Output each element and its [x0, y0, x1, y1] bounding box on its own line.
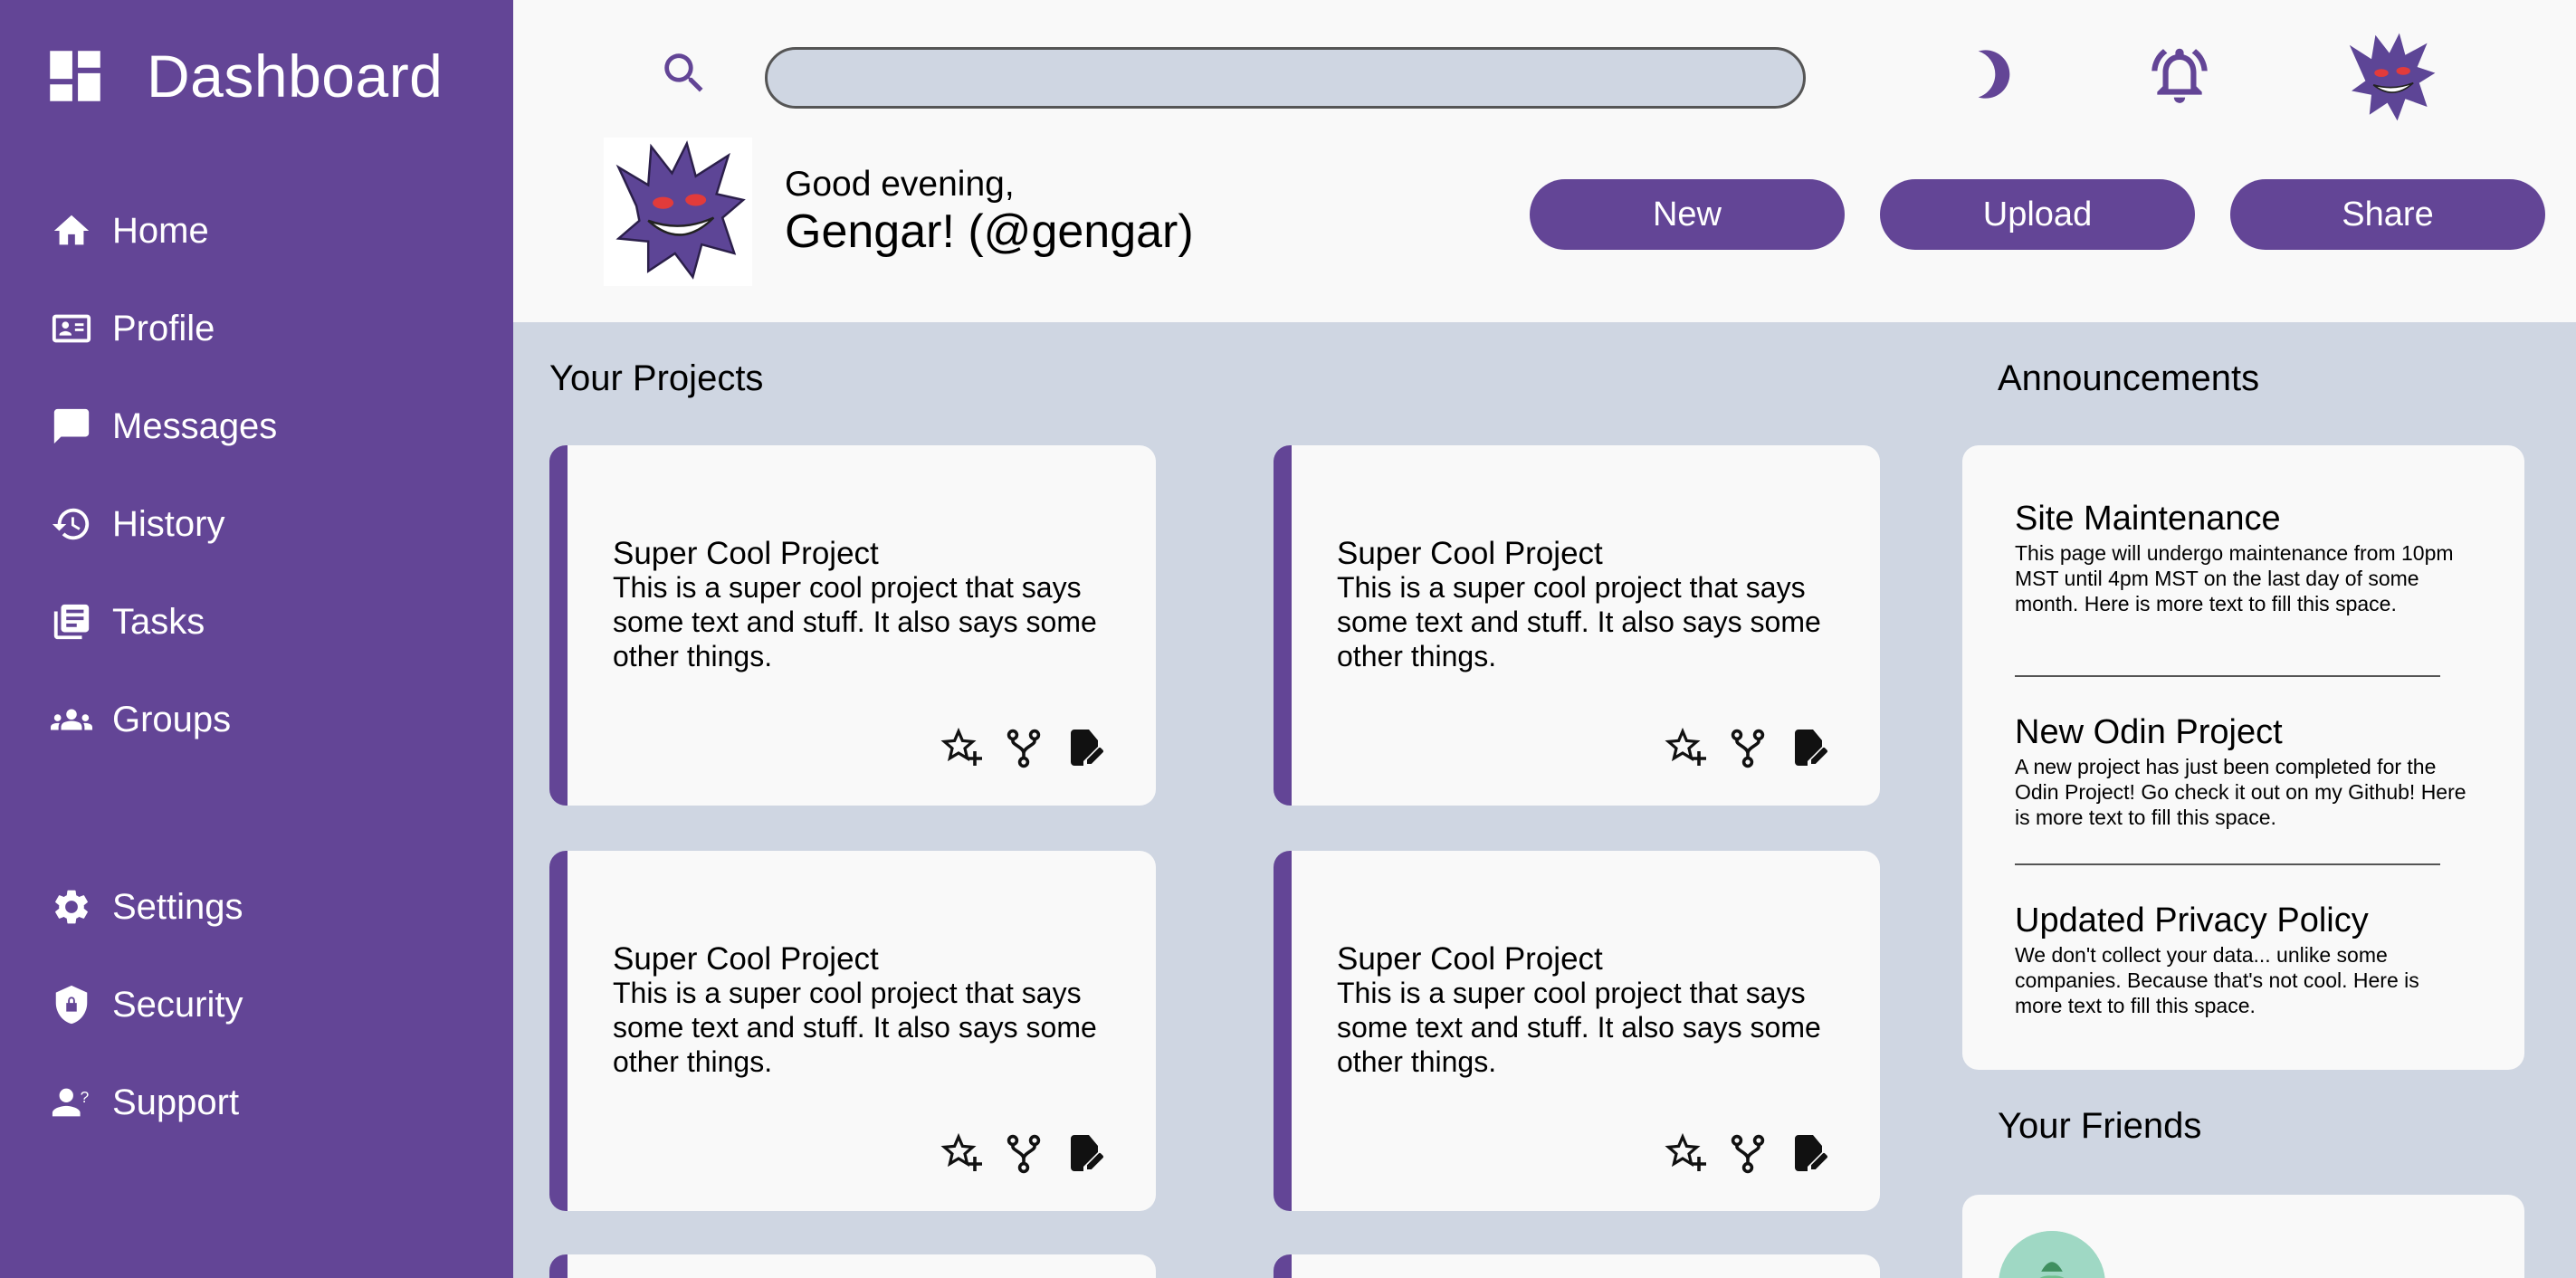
sidebar-item-home[interactable]: Home: [0, 182, 513, 280]
star-add-icon[interactable]: [1665, 726, 1708, 769]
tasks-icon: [53, 604, 90, 640]
avatar[interactable]: [2342, 27, 2441, 127]
upload-button[interactable]: Upload: [1880, 179, 2195, 250]
fork-icon[interactable]: [1002, 1131, 1045, 1175]
fork-icon[interactable]: [1726, 1131, 1770, 1175]
app-title: Dashboard: [147, 43, 444, 110]
project-description: This is a super cool project that says s…: [1337, 571, 1821, 672]
project-card[interactable]: Super Cool Project This is a super cool …: [549, 851, 1156, 1211]
groups-icon: [51, 709, 92, 730]
sidebar-item-tasks[interactable]: Tasks: [0, 573, 513, 671]
projects-heading: Your Projects: [549, 358, 764, 398]
sidebar-item-profile[interactable]: Profile: [0, 280, 513, 377]
project-actions: [1665, 1131, 1849, 1175]
svg-text:?: ?: [81, 1088, 90, 1106]
sidebar-item-label: Tasks: [112, 601, 205, 642]
fork-icon[interactable]: [1726, 726, 1770, 769]
bell-icon[interactable]: [2146, 42, 2213, 109]
project-card[interactable]: Super Cool Project This is a super cool …: [1274, 445, 1880, 806]
announcement-title: New Odin Project: [2015, 713, 2283, 751]
sidebar-item-label: Security: [112, 984, 243, 1025]
gear-icon: [55, 890, 88, 924]
announcement-title: Updated Privacy Policy: [2015, 901, 2369, 939]
moon-icon[interactable]: [1961, 45, 2019, 103]
announcements-panel: Site Maintenance This page will undergo …: [1962, 445, 2524, 1070]
friends-heading: Your Friends: [1998, 1106, 2202, 1146]
edit-file-icon[interactable]: [1064, 726, 1107, 769]
project-actions: [940, 726, 1125, 769]
sidebar-item-support[interactable]: ? Support: [0, 1054, 513, 1151]
share-button[interactable]: Share: [2230, 179, 2545, 250]
project-title: Super Cool Project: [613, 536, 879, 571]
sidebar-item-label: Profile: [112, 308, 215, 348]
sidebar-item-label: Support: [112, 1082, 240, 1122]
project-card[interactable]: Super Cool Project This is a super cool …: [549, 445, 1156, 806]
search-icon[interactable]: [658, 47, 711, 100]
star-add-icon[interactable]: [940, 726, 984, 769]
search-input[interactable]: [765, 47, 1806, 109]
project-card[interactable]: Super Cool Project This is a super cool …: [1274, 851, 1880, 1211]
project-title: Super Cool Project: [1337, 536, 1603, 571]
project-title: Super Cool Project: [1337, 941, 1603, 977]
project-actions: [940, 1131, 1125, 1175]
friend-avatar-image: [1999, 1231, 2105, 1278]
friend-avatar[interactable]: [1999, 1231, 2105, 1278]
edit-file-icon[interactable]: [1788, 1131, 1831, 1175]
greeting-text: Good evening,: [785, 165, 1015, 204]
edit-file-icon[interactable]: [1788, 726, 1831, 769]
edit-file-icon[interactable]: [1064, 1131, 1107, 1175]
announcement-item: New Odin Project A new project has just …: [2015, 713, 2467, 830]
announcement-body: A new project has just been completed fo…: [2015, 755, 2466, 829]
shield-icon: [55, 985, 88, 1025]
sidebar-item-label: Messages: [112, 405, 278, 446]
support-icon: ?: [52, 1088, 90, 1117]
main-nav: Home Profile Messages History Tasks Grou…: [0, 182, 513, 768]
new-button[interactable]: New: [1530, 179, 1845, 250]
dashboard-icon: [50, 51, 100, 101]
project-card[interactable]: [549, 1254, 1156, 1278]
announcement-item: Updated Privacy Policy We don't collect …: [2015, 901, 2467, 1018]
sidebar-item-groups[interactable]: Groups: [0, 671, 513, 768]
project-actions: [1665, 726, 1849, 769]
sidebar-item-label: History: [112, 503, 225, 544]
sidebar-item-label: Groups: [112, 699, 232, 739]
sidebar-item-messages[interactable]: Messages: [0, 377, 513, 475]
sidebar-item-label: Home: [112, 210, 209, 251]
brand[interactable]: Dashboard: [42, 42, 443, 110]
sidebar-item-label: Settings: [112, 886, 243, 927]
project-description: This is a super cool project that says s…: [1337, 977, 1821, 1078]
sidebar-item-history[interactable]: History: [0, 475, 513, 573]
project-title: Super Cool Project: [613, 941, 879, 977]
message-icon: [53, 408, 90, 444]
fork-icon[interactable]: [1002, 726, 1045, 769]
header: Good evening, Gengar! (@gengar) New Uplo…: [513, 0, 2576, 322]
project-description: This is a super cool project that says s…: [613, 977, 1097, 1078]
username: Gengar! (@gengar): [785, 205, 1194, 258]
home-icon: [53, 215, 90, 245]
project-description: This is a super cool project that says s…: [613, 571, 1097, 672]
announcement-title: Site Maintenance: [2015, 500, 2281, 538]
profile-card-icon: [52, 314, 91, 343]
announcement-body: We don't collect your data... unlike som…: [2015, 943, 2419, 1017]
secondary-nav: Settings Security ? Support: [0, 858, 513, 1151]
divider: [2015, 863, 2440, 865]
sidebar-item-security[interactable]: Security: [0, 956, 513, 1054]
profile-picture: [604, 138, 752, 286]
announcement-body: This page will undergo maintenance from …: [2015, 541, 2454, 615]
divider: [2015, 675, 2440, 677]
friends-panel: [1962, 1195, 2524, 1278]
sidebar: Dashboard Home Profile Messages History …: [0, 0, 513, 1278]
project-card[interactable]: [1274, 1254, 1880, 1278]
history-icon: [52, 508, 90, 540]
announcement-item: Site Maintenance This page will undergo …: [2015, 500, 2467, 616]
star-add-icon[interactable]: [1665, 1131, 1708, 1175]
star-add-icon[interactable]: [940, 1131, 984, 1175]
announcements-heading: Announcements: [1998, 358, 2260, 398]
sidebar-item-settings[interactable]: Settings: [0, 858, 513, 956]
